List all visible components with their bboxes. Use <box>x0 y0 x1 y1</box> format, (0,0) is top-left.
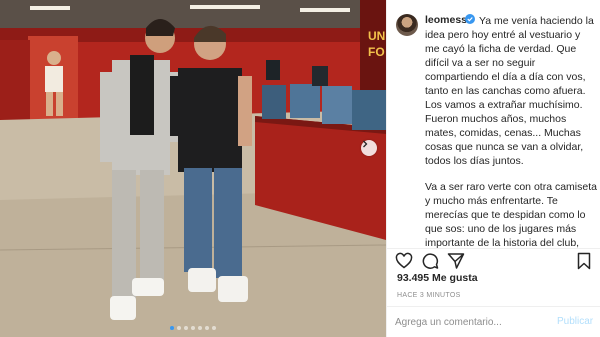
carousel-dot <box>191 326 195 330</box>
carousel-dot <box>177 326 181 330</box>
action-bar <box>387 250 600 272</box>
caption-area: Ya me venía haciendo la idea pero hoy en… <box>387 0 600 248</box>
share-icon[interactable] <box>447 252 465 270</box>
chevron-right-icon <box>363 140 368 148</box>
locker-room-photo: UN FO 13 <box>0 0 386 337</box>
publish-button[interactable]: Publicar <box>557 316 593 327</box>
heart-icon[interactable] <box>395 252 413 270</box>
caption-paragraph: Ya me venía haciendo la idea pero hoy en… <box>425 15 594 167</box>
likes-count[interactable]: 93.495 Me gusta <box>397 272 478 284</box>
comment-icon[interactable] <box>421 252 439 270</box>
divider <box>387 248 600 249</box>
post-caption: Ya me venía haciendo la idea pero hoy en… <box>425 14 597 248</box>
post-timestamp: HACE 3 MINUTOS <box>397 292 461 299</box>
carousel-dot <box>212 326 216 330</box>
bookmark-icon[interactable] <box>575 252 593 270</box>
carousel-dot <box>205 326 209 330</box>
carousel-indicator <box>170 326 216 330</box>
post-side-panel: Ya me venía haciendo la idea pero hoy en… <box>386 0 600 337</box>
avatar[interactable] <box>396 14 418 36</box>
svg-text:FO: FO <box>368 45 385 59</box>
carousel-dot <box>170 326 174 330</box>
post-photo[interactable]: UN FO 13 <box>0 0 386 337</box>
comment-input[interactable] <box>395 314 545 330</box>
carousel-dot <box>184 326 188 330</box>
verified-badge-icon <box>465 14 475 24</box>
caption-paragraph: Va a ser raro verte con otra camiseta y … <box>425 181 597 248</box>
svg-text:UN: UN <box>368 29 385 43</box>
divider <box>387 306 600 307</box>
next-photo-button[interactable] <box>361 140 377 156</box>
carousel-dot <box>198 326 202 330</box>
